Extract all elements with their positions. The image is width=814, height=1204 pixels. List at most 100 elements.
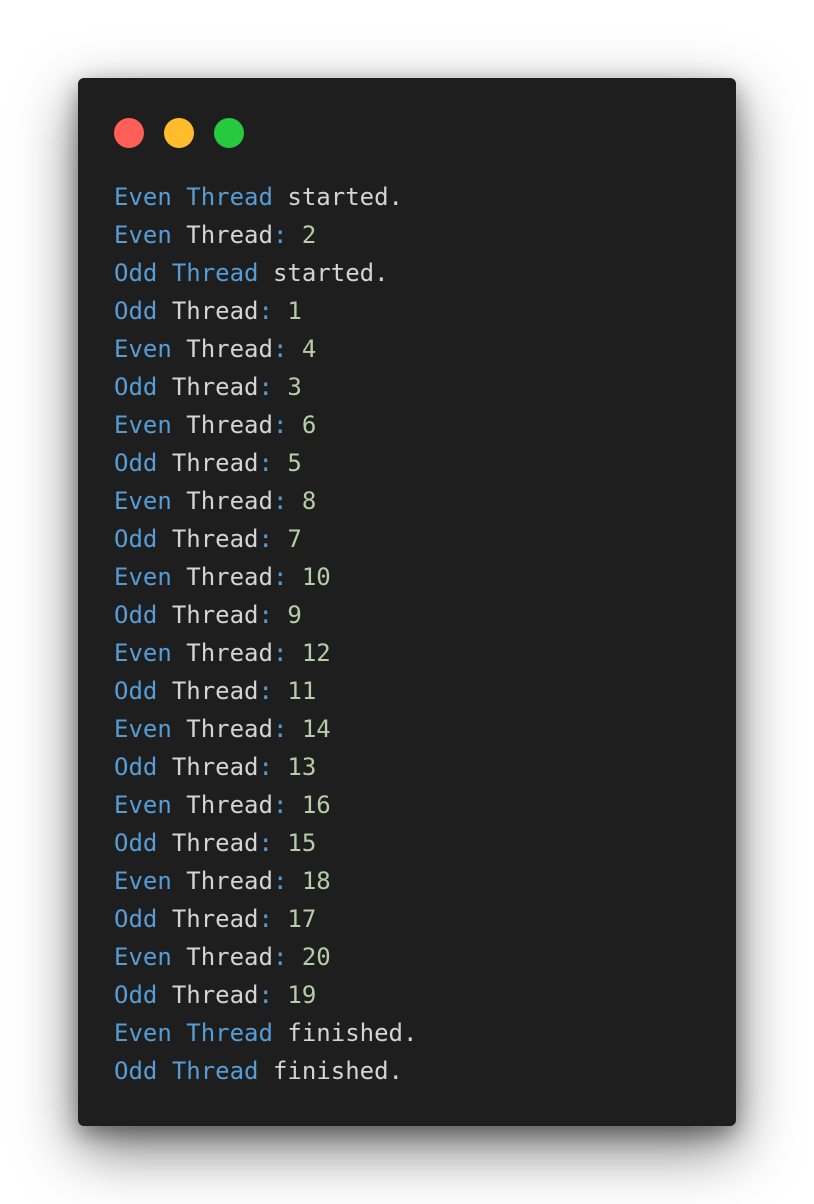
counter-value: 1 xyxy=(287,297,302,325)
thread-word: Thread xyxy=(171,259,259,287)
thread-word: Thread xyxy=(186,183,273,211)
output-line: Even Thread: 12 xyxy=(114,634,417,672)
output-line: Odd Thread: 9 xyxy=(114,596,417,634)
counter-value: 16 xyxy=(301,791,331,819)
separator-colon: : xyxy=(272,221,288,249)
terminal-window: Even Thread started. Even Thread: 2 Odd Th… xyxy=(78,78,736,1126)
counter-value: 5 xyxy=(287,449,302,477)
thread-name: Odd xyxy=(114,601,158,629)
thread-name: Even xyxy=(114,715,172,743)
thread-word: Thread xyxy=(186,715,273,743)
thread-word: Thread xyxy=(171,449,259,477)
separator-colon: : xyxy=(258,297,273,325)
separator-colon: : xyxy=(272,487,288,515)
output-line: Even Thread: 16 xyxy=(114,786,417,824)
thread-word: Thread xyxy=(171,525,259,553)
output-line: Even Thread: 20 xyxy=(114,938,417,976)
output-line: Odd Thread: 3 xyxy=(114,368,417,406)
separator-colon: : xyxy=(272,639,288,667)
output-line: Even Thread: 14 xyxy=(114,710,417,748)
thread-name: Even xyxy=(114,335,172,363)
output-line: Even Thread: 10 xyxy=(114,558,417,596)
thread-name: Odd xyxy=(114,297,158,325)
output-line: Even Thread: 2 xyxy=(114,216,417,254)
thread-word: Thread xyxy=(171,373,259,401)
thread-word: Thread xyxy=(186,1019,273,1047)
thread-name: Odd xyxy=(114,373,158,401)
counter-value: 17 xyxy=(287,905,317,933)
output-line: Odd Thread started. xyxy=(114,254,417,292)
status-text: started. xyxy=(258,259,389,287)
thread-name: Even xyxy=(114,487,172,515)
thread-word: Thread xyxy=(186,867,273,895)
console-output: Even Thread started. Even Thread: 2 Odd Th… xyxy=(114,178,417,1090)
separator-colon: : xyxy=(272,411,288,439)
thread-name: Odd xyxy=(114,753,158,781)
thread-word: Thread xyxy=(171,601,259,629)
thread-name: Even xyxy=(114,639,172,667)
separator-colon: : xyxy=(258,829,273,857)
thread-word: Thread xyxy=(171,829,259,857)
thread-name: Even xyxy=(114,563,172,591)
thread-word: Thread xyxy=(171,981,259,1009)
output-line: Odd Thread finished. xyxy=(114,1052,417,1090)
separator-colon: : xyxy=(258,525,273,553)
thread-name: Odd xyxy=(114,981,158,1009)
separator-colon: : xyxy=(272,791,288,819)
counter-value: 14 xyxy=(301,715,331,743)
output-line: Odd Thread: 15 xyxy=(114,824,417,862)
thread-name: Even xyxy=(114,183,172,211)
output-line: Odd Thread: 19 xyxy=(114,976,417,1014)
thread-word: Thread xyxy=(186,335,273,363)
thread-word: Thread xyxy=(171,677,259,705)
status-text: started. xyxy=(272,183,403,211)
separator-colon: : xyxy=(258,905,273,933)
thread-name: Odd xyxy=(114,1057,158,1085)
thread-name: Even xyxy=(114,411,172,439)
separator-colon: : xyxy=(258,677,273,705)
counter-value: 19 xyxy=(287,981,317,1009)
thread-word: Thread xyxy=(186,411,273,439)
thread-name: Odd xyxy=(114,677,158,705)
thread-name: Odd xyxy=(114,259,158,287)
output-line: Odd Thread: 1 xyxy=(114,292,417,330)
output-line: Even Thread: 18 xyxy=(114,862,417,900)
counter-value: 13 xyxy=(287,753,317,781)
output-line: Odd Thread: 13 xyxy=(114,748,417,786)
status-text: finished. xyxy=(272,1019,418,1047)
output-line: Even Thread: 6 xyxy=(114,406,417,444)
separator-colon: : xyxy=(258,981,273,1009)
counter-value: 4 xyxy=(301,335,317,363)
output-line: Odd Thread: 17 xyxy=(114,900,417,938)
thread-name: Odd xyxy=(114,525,158,553)
maximize-dot-icon[interactable] xyxy=(214,118,244,148)
thread-name: Even xyxy=(114,221,172,249)
minimize-dot-icon[interactable] xyxy=(164,118,194,148)
counter-value: 2 xyxy=(301,221,317,249)
output-line: Odd Thread: 5 xyxy=(114,444,417,482)
counter-value: 15 xyxy=(287,829,317,857)
thread-name: Odd xyxy=(114,449,158,477)
output-line: Even Thread: 4 xyxy=(114,330,417,368)
thread-word: Thread xyxy=(171,1057,259,1085)
separator-colon: : xyxy=(258,449,273,477)
thread-word: Thread xyxy=(186,487,273,515)
thread-word: Thread xyxy=(171,753,259,781)
counter-value: 8 xyxy=(301,487,317,515)
counter-value: 12 xyxy=(301,639,331,667)
separator-colon: : xyxy=(272,335,288,363)
separator-colon: : xyxy=(272,867,288,895)
thread-name: Even xyxy=(114,943,172,971)
counter-value: 9 xyxy=(287,601,302,629)
thread-name: Odd xyxy=(114,829,158,857)
thread-word: Thread xyxy=(186,791,273,819)
output-line: Even Thread started. xyxy=(114,178,417,216)
close-dot-icon[interactable] xyxy=(114,118,144,148)
separator-colon: : xyxy=(258,373,273,401)
counter-value: 6 xyxy=(301,411,317,439)
counter-value: 11 xyxy=(287,677,317,705)
separator-colon: : xyxy=(258,601,273,629)
thread-word: Thread xyxy=(171,905,259,933)
thread-word: Thread xyxy=(186,639,273,667)
output-line: Odd Thread: 11 xyxy=(114,672,417,710)
